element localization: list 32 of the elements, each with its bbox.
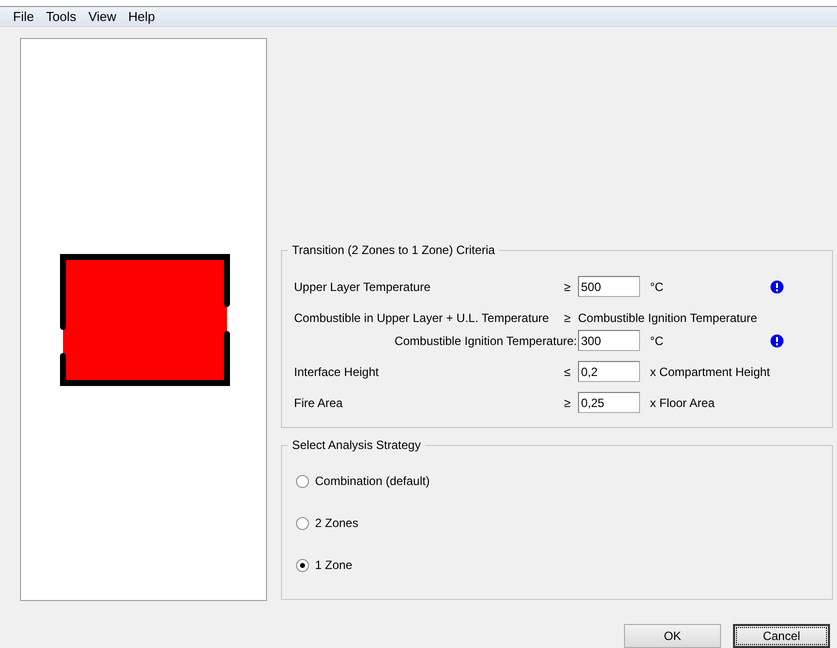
unit-label: °C	[650, 278, 664, 296]
group-title: Select Analysis Strategy	[288, 438, 425, 452]
radio-option[interactable]: 2 Zones	[296, 513, 358, 533]
radio-option[interactable]: Combination (default)	[296, 471, 430, 491]
operator-label: ≥	[564, 278, 572, 296]
value-field[interactable]: 300	[578, 330, 640, 351]
value-field[interactable]: 0,2	[578, 361, 640, 382]
field-label: Interface Height	[294, 364, 380, 380]
unit-label: x Floor Area	[650, 394, 715, 412]
dialog-button[interactable]: OK	[624, 624, 721, 648]
operator-label: ≤	[564, 364, 572, 380]
unit-label: x Compartment Height	[650, 364, 770, 380]
field-label: Combustible Ignition Temperature:	[394, 332, 577, 350]
radio-option[interactable]: 1 Zone	[296, 555, 352, 575]
field-label: Combustible in Upper Layer + U.L. Temperature	[294, 310, 550, 326]
condition-label: Combustible Ignition Temperature	[578, 310, 758, 326]
value-field[interactable]: 0,25	[578, 392, 640, 413]
menu-item[interactable]: Tools	[40, 6, 82, 26]
operator-label: ≥	[564, 394, 572, 412]
value-field[interactable]: 500	[578, 276, 640, 297]
radio-button[interactable]	[296, 516, 309, 530]
field-label: Upper Layer Temperature	[294, 278, 432, 296]
radio-button[interactable]	[296, 474, 309, 488]
menu-item[interactable]: View	[82, 6, 122, 26]
dialog-button[interactable]: Cancel	[733, 624, 830, 648]
field-label: Fire Area	[294, 394, 344, 412]
menu-item[interactable]: File	[0, 6, 40, 26]
unit-label: °C	[650, 332, 664, 350]
radio-button[interactable]	[296, 558, 309, 572]
operator-label: ≥	[564, 310, 572, 326]
menu-item[interactable]: Help	[122, 6, 162, 26]
group-title: Transition (2 Zones to 1 Zone) Criteria	[288, 243, 499, 257]
